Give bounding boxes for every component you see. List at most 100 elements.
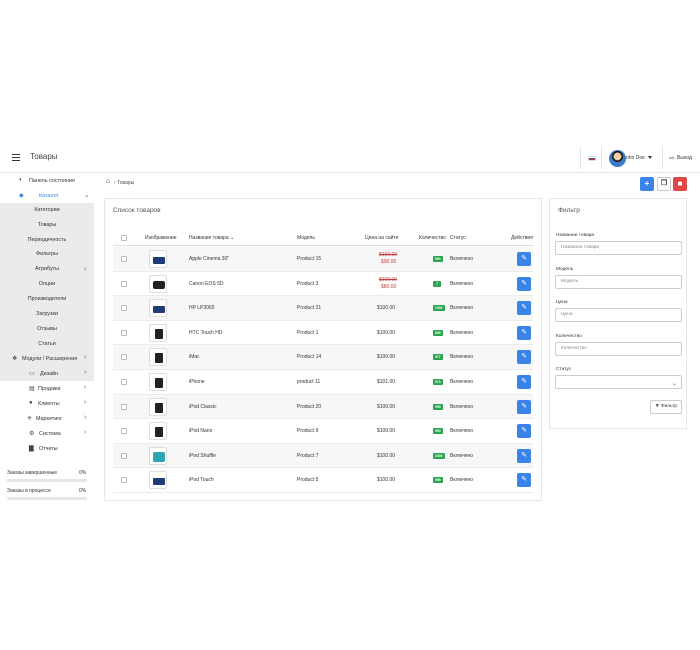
plus-icon: + — [644, 179, 650, 188]
edit-button[interactable]: ✎ — [517, 473, 531, 488]
filter-name-input[interactable]: Название товара — [555, 241, 682, 255]
sidebar-item-system[interactable]: ⚙ Система › — [0, 426, 94, 441]
edit-button[interactable]: ✎ — [517, 301, 531, 316]
sort-down-icon[interactable]: ⌄ — [230, 235, 234, 241]
sidebar-item-filters[interactable]: Фильтры — [0, 247, 94, 262]
row-checkbox[interactable] — [121, 256, 127, 262]
filter-status-select[interactable]: ⌄ — [555, 375, 682, 389]
column-status[interactable]: Статус — [450, 235, 466, 241]
quantity-badge: 977 — [433, 354, 443, 361]
select-all-checkbox[interactable] — [121, 235, 127, 241]
filter-quantity-input[interactable]: Количество — [555, 342, 682, 356]
stat-completed-value: 0% — [79, 470, 87, 476]
delete-button[interactable]: ■ — [673, 177, 687, 191]
product-name: HP LP3065 — [189, 305, 215, 312]
quantity-badge: 1000 — [433, 305, 445, 312]
cart-icon: ▤ — [29, 386, 35, 392]
sidebar-item-reports[interactable]: ▇ Отчеты — [0, 441, 94, 456]
table-row: iPod Classic Product 20 $100.00 995 Включено… — [113, 394, 533, 420]
chevron-right-icon: › — [84, 429, 87, 436]
row-checkbox[interactable] — [121, 280, 127, 287]
copy-button[interactable]: ❐ — [657, 177, 671, 191]
column-name-label[interactable]: Название товара — [189, 235, 229, 241]
column-quantity[interactable]: Количество — [419, 235, 446, 241]
edit-button[interactable]: ✎ — [517, 424, 531, 439]
avatar[interactable] — [609, 150, 626, 167]
product-model: Product 3 — [297, 280, 319, 287]
breadcrumb[interactable]: › Товары — [114, 180, 134, 186]
language-flag-icon[interactable] — [588, 156, 596, 161]
sidebar-item-manufacturers[interactable]: Производители — [0, 292, 94, 307]
sidebar-item-sales[interactable]: ▤ Продажи › — [0, 381, 94, 396]
row-checkbox[interactable] — [121, 354, 127, 361]
sidebar-item-options[interactable]: Опции — [0, 277, 94, 292]
row-checkbox[interactable] — [121, 452, 127, 459]
filter-price-input[interactable]: Цена — [555, 308, 682, 322]
product-name: Apple Cinema 30" — [189, 256, 230, 262]
sidebar-item-marketing[interactable]: ✳ Маркетинг › — [0, 411, 94, 426]
product-name: iPod Shuffle — [189, 452, 216, 459]
sidebar-item-label: Атрибуты — [35, 266, 59, 272]
chevron-right-icon: › — [84, 354, 87, 361]
add-product-button[interactable]: + — [640, 177, 654, 191]
product-model: Product 9 — [297, 428, 319, 435]
sidebar-item-customers[interactable]: ● Клиенты › — [0, 396, 94, 411]
row-checkbox[interactable] — [121, 477, 127, 484]
edit-button[interactable]: ✎ — [517, 399, 531, 414]
filter-button[interactable]: ▼ Фильтр — [650, 400, 682, 414]
row-checkbox[interactable] — [121, 329, 127, 336]
product-thumbnail — [149, 397, 167, 416]
quantity-badge: 939 — [433, 329, 443, 336]
sidebar-item-attributes[interactable]: Атрибуты › — [0, 262, 94, 277]
sidebar-item-products[interactable]: Товары — [0, 218, 94, 233]
edit-button[interactable]: ✎ — [517, 325, 531, 340]
sidebar-item-dashboard[interactable]: ◐ Панель состояния — [0, 173, 94, 188]
product-model: Product 5 — [297, 477, 319, 484]
product-name: iMac — [189, 354, 200, 361]
column-model[interactable]: Модель — [297, 235, 315, 241]
user-name[interactable]: ohn Doe — [626, 155, 645, 161]
edit-button[interactable]: ✎ — [517, 350, 531, 365]
chevron-right-icon: › — [84, 266, 87, 273]
sidebar-item-articles[interactable]: Статьи — [0, 337, 94, 352]
row-checkbox[interactable] — [121, 403, 127, 410]
filter-quantity-label: Количество — [556, 334, 582, 339]
product-price: $100.00 — [377, 428, 396, 435]
product-name: HTC Touch HD — [189, 329, 223, 336]
row-checkbox[interactable] — [121, 305, 127, 312]
logout-link[interactable]: Выход — [677, 155, 692, 161]
sidebar-item-extensions[interactable]: ❖ Модули / Расширения › — [0, 351, 94, 366]
menu-icon[interactable] — [12, 154, 20, 161]
chevron-down-icon[interactable] — [648, 156, 652, 159]
edit-button[interactable]: ✎ — [517, 448, 531, 463]
edit-button[interactable]: ✎ — [517, 375, 531, 389]
filter-model-input[interactable]: Модель — [555, 275, 682, 289]
sidebar-item-reviews[interactable]: Отзывы — [0, 322, 94, 337]
filter-status-label: Статус — [556, 367, 572, 372]
sidebar-item-catalog[interactable]: ◆ Каталог ⌄ — [0, 188, 94, 203]
row-checkbox[interactable] — [121, 379, 127, 385]
breadcrumb-current[interactable]: Товары — [117, 180, 134, 186]
sidebar-item-categories[interactable]: Категории — [0, 203, 94, 218]
share-icon: ✳ — [27, 416, 33, 422]
status-text: Включено — [450, 256, 474, 262]
sidebar-item-label: Дизайн — [40, 370, 59, 377]
pencil-icon: ✎ — [521, 328, 527, 336]
product-thumbnail — [149, 422, 167, 441]
sidebar-item-downloads[interactable]: Загрузки — [0, 307, 94, 322]
status-text: Включено — [450, 329, 474, 336]
filter-button-label: Фильтр — [660, 404, 678, 409]
row-checkbox[interactable] — [121, 428, 127, 435]
filter-name-label: Название товара — [556, 233, 595, 238]
column-name[interactable]: Название товара ⌄ — [189, 235, 234, 241]
edit-button[interactable]: ✎ — [517, 276, 531, 291]
home-icon[interactable]: ⌂ — [106, 178, 110, 185]
table-row: Apple Cinema 30" Product 15 $100.00 $90.00 9… — [113, 247, 533, 272]
sidebar-item-recurring[interactable]: Периодичность — [0, 233, 94, 248]
sidebar-item-design[interactable]: ▭ Дизайн › — [0, 366, 94, 381]
edit-button[interactable]: ✎ — [517, 252, 531, 266]
logout-icon[interactable]: ⇨ — [669, 154, 675, 162]
dashboard-icon: ◐ — [19, 177, 23, 183]
table-row: iPod Nano Product 9 $100.00 994 Включено ✎ — [113, 419, 533, 444]
column-price[interactable]: Цена на сайте — [365, 235, 398, 241]
